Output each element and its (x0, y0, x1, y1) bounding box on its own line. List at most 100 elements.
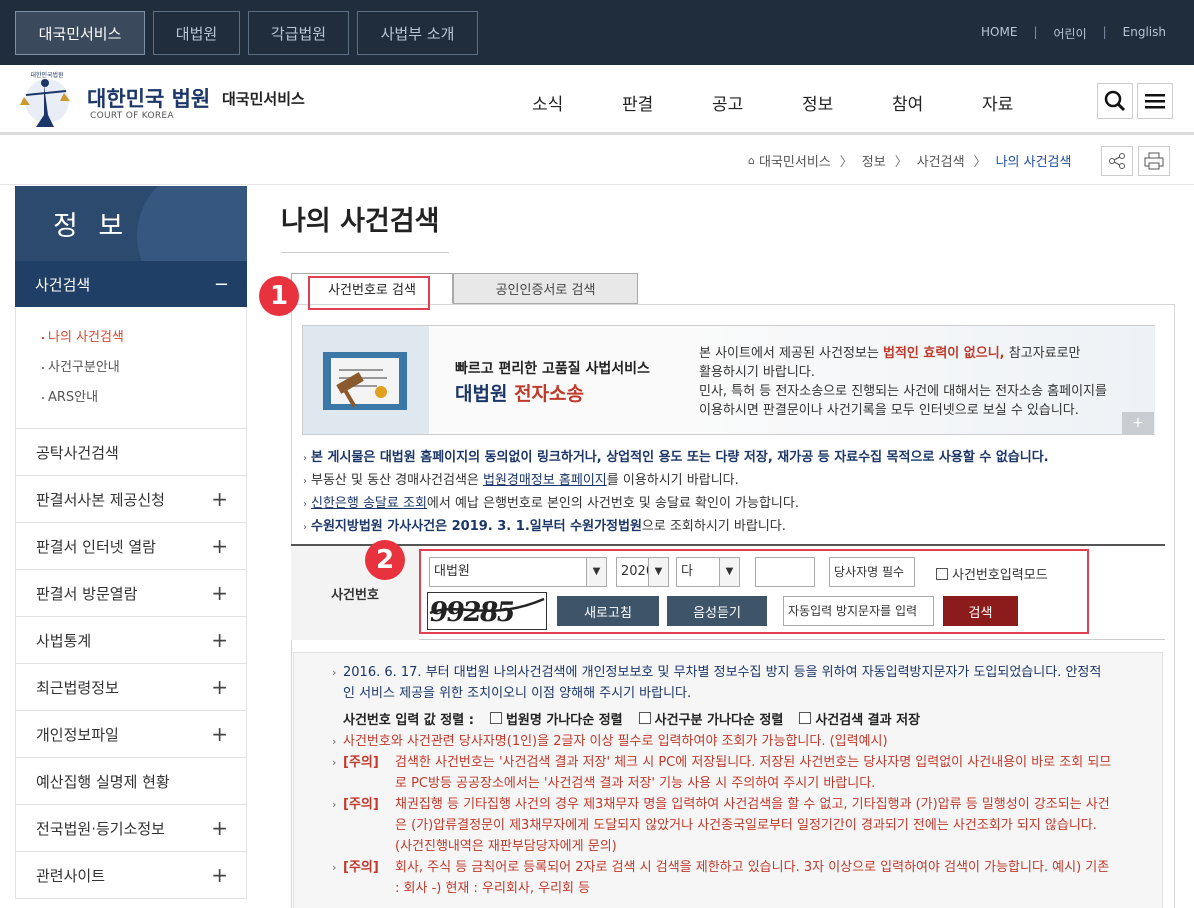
top-tab-courts[interactable]: 각급법원 (248, 11, 349, 55)
search-icon (1104, 90, 1126, 112)
sidebar-item[interactable]: 공탁사건검색 (15, 429, 247, 476)
notice-item: › 신한은행 송달료 조회에서 예납 은행번호로 본인의 사건번호 및 송달료 확… (303, 496, 799, 511)
chevron-right-icon: 〉 (839, 155, 853, 170)
warning-item: [주의] 채권집행 등 기타집행 사건의 경우 제3채무자 명을 입력하여 사건검… (332, 794, 1112, 857)
banner-title-part: 대법원 (455, 383, 515, 405)
kids-link[interactable]: 어린이 (1043, 25, 1096, 42)
plus-icon: + (211, 863, 228, 887)
printer-icon (1144, 152, 1164, 170)
ecourt-banner[interactable]: 빠르고 편리한 고품질 사법서비스 대법원 전자소송 본 사이트에서 제공된 사… (302, 325, 1155, 435)
sidebar-item[interactable]: 판결서 방문열람 + (15, 570, 247, 617)
menu-button[interactable] (1137, 83, 1173, 119)
checkbox[interactable] (799, 712, 812, 724)
breadcrumb-item[interactable]: 대국민서비스 (759, 151, 831, 170)
sidebar-submenu: 나의 사건검색 사건구분안내 ARS안내 (15, 307, 247, 429)
notice-text: 에서 예납 은행번호로 본인의 사건번호 및 송달료 확인이 가능합니다. (426, 496, 799, 511)
top-tab-service[interactable]: 대국민서비스 (15, 11, 145, 55)
divider (0, 184, 1194, 185)
main-nav: 소식 판결 공고 정보 참여 자료 (532, 90, 1072, 115)
notice-text: 본 게시물은 대법원 홈페이지의 동의없이 링크하거나, 상업적인 용도 또는 … (311, 450, 1049, 465)
print-button[interactable] (1138, 146, 1170, 176)
banner-notice-warning: 법적인 효력이 없으니, (882, 346, 1005, 361)
banner-image (303, 326, 429, 434)
sidebar-item[interactable]: 판결서 인터넷 열람 + (15, 523, 247, 570)
nav-judgments[interactable]: 판결 (622, 90, 712, 115)
breadcrumb-item[interactable]: 정보 (862, 151, 886, 170)
notice-item: › 본 게시물은 대법원 홈페이지의 동의없이 링크하거나, 상업적인 용도 또는… (303, 450, 1049, 465)
info-content: 2016. 6. 17. 부터 대법원 나의사건검색에 개인정보보호 및 무차별… (332, 662, 1112, 899)
plus-icon: + (211, 534, 228, 558)
sidebar-item[interactable]: 최근법령정보 + (15, 664, 247, 711)
chevron-right-icon: 〉 (894, 155, 908, 170)
sidebar-item[interactable]: 예산집행 실명제 현황 (15, 758, 247, 805)
notice-item: › 수원지방법원 가사사건은 2019. 3. 1.일부터 수원가정법원으로 조회… (303, 519, 786, 534)
sidebar-item-label: 판결서사본 제공신청 (36, 490, 165, 509)
court-logo-icon[interactable]: 대한민국법원 (14, 71, 84, 129)
logo-title[interactable]: 대한민국 법원 (87, 83, 210, 113)
nav-news[interactable]: 소식 (532, 90, 622, 115)
minus-icon: − (213, 273, 229, 295)
sidebar-item[interactable]: 사법통계 + (15, 617, 247, 664)
sidebar-item-label: 관련사이트 (36, 866, 106, 885)
top-bar: 대국민서비스 대법원 각급법원 사법부 소개 HOME | 어린이 | Engl… (0, 0, 1194, 65)
warning-text: 채권집행 등 기타집행 사건의 경우 제3채무자 명을 입력하여 사건검색을 할… (395, 797, 1110, 854)
info-paragraph: 사건번호와 사건관련 당사자명(1인)을 2글자 이상 필수로 입력하여야 조회… (332, 731, 1112, 752)
top-tab-supreme-court[interactable]: 대법원 (153, 11, 240, 55)
warning-tag: [주의] (343, 797, 379, 812)
english-link[interactable]: English (1113, 25, 1176, 42)
warning-text: 검색한 사건번호는 '사건검색 결과 저장' 체크 시 PC에 저장됩니다. 저… (395, 755, 1112, 791)
search-button[interactable] (1097, 83, 1133, 119)
warning-item: [주의] 검색한 사건번호는 '사건검색 결과 저장' 체크 시 PC에 저장됩니… (332, 752, 1112, 794)
decoration (137, 186, 247, 261)
tab-certificate-search[interactable]: 공인인증서로 검색 (453, 273, 638, 304)
banner-notice-text: 이용하시면 판결문이나 사건기록을 모두 인터넷으로 보실 수 있습니다. (699, 403, 1079, 418)
notice-text: 수원지방법원 가사사건은 2019. 3. 1.일부터 수원가정법원 (311, 519, 642, 534)
banner-notice-text: 민사, 특허 등 전자소송으로 진행되는 사건에 대해서는 전자소송 홈페이지를 (699, 384, 1107, 399)
step-badge: 1 (259, 276, 299, 316)
sort-by-type-checkbox[interactable]: 사건구분 가나다순 정렬 (638, 710, 783, 731)
sidebar-item[interactable]: 판결서사본 제공신청 + (15, 476, 247, 523)
banner-notice-text: 본 사이트에서 제공된 사건정보는 (699, 346, 883, 361)
sort-by-court-checkbox[interactable]: 법원명 가나다순 정렬 (489, 710, 623, 731)
notice-item: › 부동산 및 동산 경매사건검색은 법원경매정보 홈페이지를 이용하시기 바랍니… (303, 473, 739, 488)
submenu-case-type-guide[interactable]: 사건구분안내 (16, 353, 246, 383)
sidebar-item-label: 판결서 인터넷 열람 (36, 537, 156, 556)
gavel-document-icon (323, 352, 407, 410)
sidebar-item[interactable]: 개인정보파일 + (15, 711, 247, 758)
nav-info[interactable]: 정보 (802, 90, 892, 115)
breadcrumb-item[interactable]: 사건검색 (917, 151, 965, 170)
checkbox-label: 법원명 가나다순 정렬 (505, 713, 623, 728)
home-link[interactable]: HOME (971, 25, 1027, 42)
auction-info-link[interactable]: 법원경매정보 홈페이지 (483, 473, 607, 488)
sidebar-item[interactable]: 전국법원·등기소정보 + (15, 805, 247, 852)
banner-more-button[interactable]: + (1122, 412, 1154, 434)
banner-headline: 빠르고 편리한 고품질 사법서비스 (455, 361, 650, 377)
plus-icon: + (211, 487, 228, 511)
banner-title-highlight: 전자소송 (514, 383, 584, 405)
sidebar-item-label: 사건검색 (35, 275, 91, 294)
nav-notices[interactable]: 공고 (712, 90, 802, 115)
service-title[interactable]: 대국민서비스 (222, 88, 305, 109)
sidebar-item[interactable]: 관련사이트 + (15, 852, 247, 899)
chevron-right-icon: 〉 (973, 155, 987, 170)
top-tab-judiciary-intro[interactable]: 사법부 소개 (357, 11, 478, 55)
sidebar-item-case-search[interactable]: 사건검색 − (15, 261, 247, 307)
warning-text: 회사, 주식 등 금칙어로 등록되어 2자로 검색 시 검색을 제한하고 있습니… (395, 860, 1110, 896)
submenu-ars-guide[interactable]: ARS안내 (16, 383, 246, 413)
shinhan-fee-link[interactable]: 신한은행 송달료 조회 (311, 496, 427, 511)
sidebar-item-label: 공탁사건검색 (36, 443, 119, 462)
sidebar-list: 공탁사건검색 판결서사본 제공신청 + 판결서 인터넷 열람 + 판결서 방문열람 +… (15, 429, 247, 899)
submenu-my-case-search[interactable]: 나의 사건검색 (16, 323, 246, 353)
banner-notice-text: 참고자료로만 (1004, 346, 1081, 361)
warning-tag: [주의] (343, 860, 379, 875)
sidebar-title: 정 보 (53, 211, 130, 242)
checkbox[interactable] (489, 712, 502, 724)
nav-participation[interactable]: 참여 (892, 90, 982, 115)
save-results-checkbox[interactable]: 사건검색 결과 저장 (799, 710, 920, 731)
breadcrumb: ⌂ 대국민서비스 〉 정보 〉 사건검색 〉 나의 사건검색 (748, 151, 1071, 170)
nav-resources[interactable]: 자료 (982, 90, 1072, 115)
checkbox[interactable] (638, 712, 651, 724)
share-button[interactable] (1101, 146, 1133, 176)
sidebar-item-label: 사법통계 (36, 631, 92, 650)
info-paragraph: 2016. 6. 17. 부터 대법원 나의사건검색에 개인정보보호 및 무차별… (332, 662, 1112, 704)
